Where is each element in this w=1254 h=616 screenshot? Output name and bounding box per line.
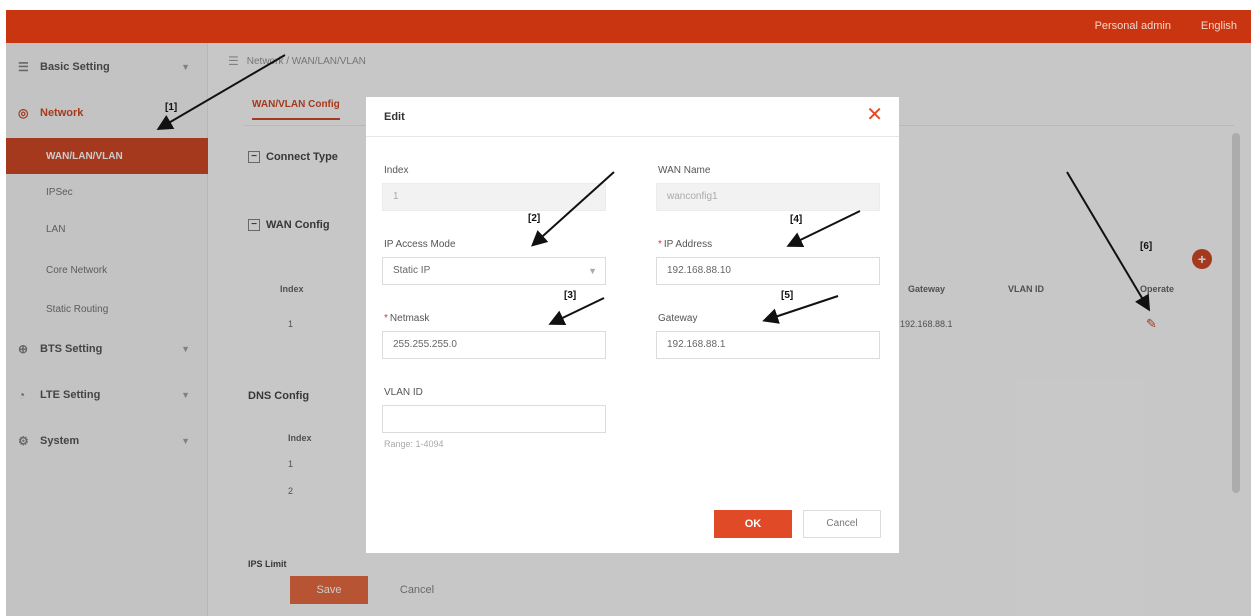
dialog-cancel-button[interactable]: Cancel <box>803 510 881 538</box>
netmask-value: 255.255.255.0 <box>393 339 457 350</box>
edit-dialog: Edit ✕ Index 1 WAN Name wanconfig1 IP Ac… <box>366 97 899 553</box>
vlan-id-input[interactable] <box>382 405 606 433</box>
ip-address-value: 192.168.88.10 <box>667 265 731 276</box>
ip-access-mode-label: IP Access Mode <box>384 239 456 250</box>
ip-address-label: * IP Address <box>658 239 712 250</box>
annotation-step-1: [1] <box>165 102 178 113</box>
user-menu[interactable]: Personal admin <box>1095 20 1171 32</box>
top-bar: Personal admin English <box>6 10 1251 43</box>
wan-name-label: WAN Name <box>658 165 711 176</box>
chevron-down-icon: ▼ <box>588 266 597 276</box>
annotation-step-5: [5] <box>781 290 794 301</box>
vlan-id-label: VLAN ID <box>384 387 423 398</box>
ok-button[interactable]: OK <box>714 510 792 538</box>
language-menu[interactable]: English <box>1201 20 1237 32</box>
dialog-header: Edit ✕ <box>366 97 899 137</box>
index-value: 1 <box>393 191 399 202</box>
wan-name-value: wanconfig1 <box>667 191 718 202</box>
wan-name-field: wanconfig1 <box>656 183 880 211</box>
index-label: Index <box>384 165 409 176</box>
netmask-input[interactable]: 255.255.255.0 <box>382 331 606 359</box>
ip-access-mode-value: Static IP <box>393 265 431 276</box>
ip-address-input[interactable]: 192.168.88.10 <box>656 257 880 285</box>
annotation-step-6: [6] <box>1140 241 1153 252</box>
netmask-label: * Netmask <box>384 313 429 324</box>
dialog-title: Edit <box>384 111 405 123</box>
required-mark: * <box>658 239 662 250</box>
gateway-value: 192.168.88.1 <box>667 339 726 350</box>
gateway-label: Gateway <box>658 313 698 324</box>
annotation-step-3: [3] <box>564 290 577 301</box>
gateway-input[interactable]: 192.168.88.1 <box>656 331 880 359</box>
annotation-step-2: [2] <box>528 213 541 224</box>
ip-access-mode-select[interactable]: Static IP ▼ <box>382 257 606 285</box>
ip-address-label-text: IP Address <box>663 239 713 250</box>
index-field: 1 <box>382 183 606 211</box>
netmask-label-text: Netmask <box>389 313 430 324</box>
annotation-step-4: [4] <box>790 214 803 225</box>
close-icon[interactable]: ✕ <box>866 105 883 125</box>
vlan-id-hint: Range: 1-4094 <box>384 439 444 449</box>
required-mark: * <box>384 313 388 324</box>
